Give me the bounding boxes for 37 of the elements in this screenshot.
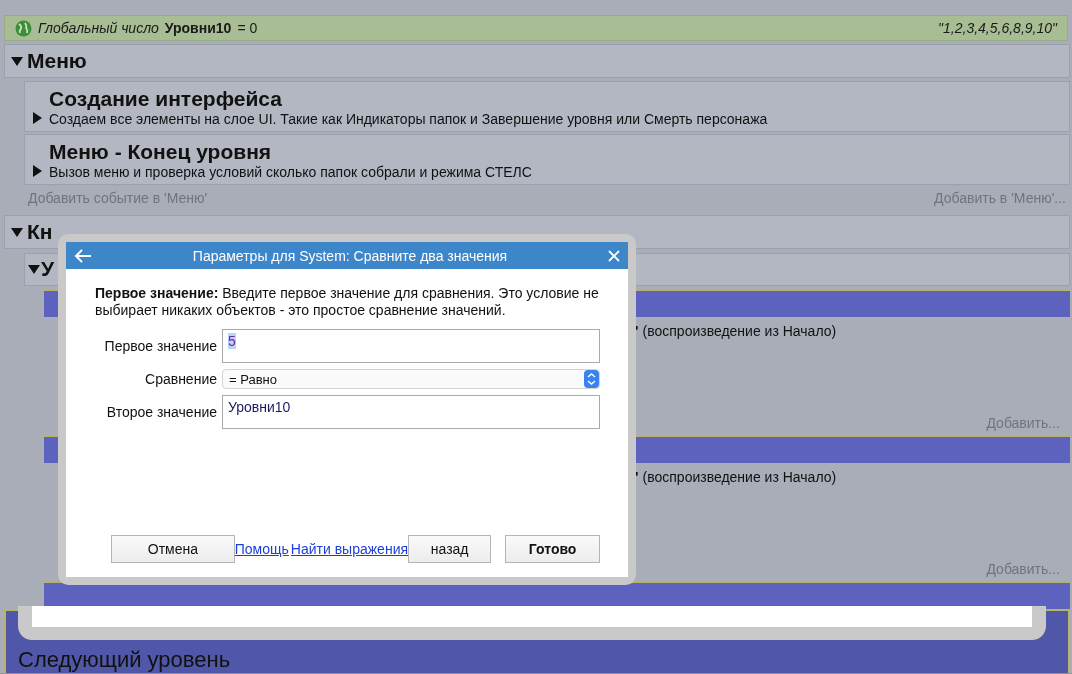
event-card[interactable]: Меню - Конец уровня Вызов меню и проверка условий сколько папок собрали и режима СТЕЛС: [24, 134, 1070, 186]
group-header[interactable]: Меню: [4, 44, 1070, 79]
global-variable-row[interactable]: Глобальный число Уровни10 = 0 "1,2,3,4,5,6,8,9,10": [4, 15, 1068, 42]
expand-triangle-icon[interactable]: [11, 55, 23, 68]
field-label: Второе значение: [105, 403, 217, 421]
stepper-arrows-icon[interactable]: [584, 370, 599, 388]
group-title: Меню: [27, 49, 87, 74]
field-label: Первое значение: [103, 337, 217, 355]
expand-triangle-icon[interactable]: [28, 263, 40, 276]
expand-triangle-icon[interactable]: [11, 225, 23, 238]
event-title: Создание интерфейса: [49, 87, 283, 112]
help-link[interactable]: Помощь: [234, 541, 289, 557]
dialog-description: Первое значение: Введите первое значение для сравнения. Это условие не выбирает никаких объектов - это простое сравнение значений.: [95, 285, 600, 319]
event-description: Создаем все элементы на слое UI. Такие как Индикаторы папок и Завершение уровня или Смерть персонажа: [49, 111, 768, 128]
value-input-field[interactable]: 5: [222, 329, 600, 363]
dialog-button[interactable]: назад: [408, 535, 492, 563]
event-card[interactable]: Создание интерфейса Создаем все элементы на слое UI. Такие как Индикаторы папок и Завершение уровня или Смерть персонажа: [24, 81, 1070, 133]
variable-type: Глобальный число: [38, 20, 159, 37]
value-input-field[interactable]: Уровни10: [222, 395, 600, 429]
variable-value: = 0: [237, 20, 258, 37]
done-button[interactable]: Готово: [505, 535, 600, 563]
back-arrow-icon[interactable]: [74, 248, 92, 263]
event-description: Вызов меню и проверка условий сколько папок собрали и режима СТЕЛС: [49, 164, 532, 181]
dialog-title: Параметры для System: Сравните два значения: [191, 247, 509, 264]
group-title: Следующий уровень: [18, 646, 231, 673]
variable-comment: "1,2,3,4,5,6,8,9,10": [938, 20, 1057, 37]
expand-triangle-icon[interactable]: [31, 112, 43, 125]
field-label: Сравнение: [144, 370, 217, 388]
close-icon[interactable]: [608, 249, 620, 262]
variable-name: Уровни10: [164, 20, 232, 37]
dialog-button[interactable]: Отмена: [111, 535, 235, 563]
comparison-select[interactable]: = Равно: [222, 369, 600, 389]
group-title: Кн: [27, 219, 53, 244]
event-title: Меню - Конец уровня: [49, 140, 273, 165]
expand-triangle-icon[interactable]: [31, 165, 43, 178]
help-link[interactable]: Найти выражения: [290, 541, 409, 557]
group-title: У: [41, 257, 55, 282]
